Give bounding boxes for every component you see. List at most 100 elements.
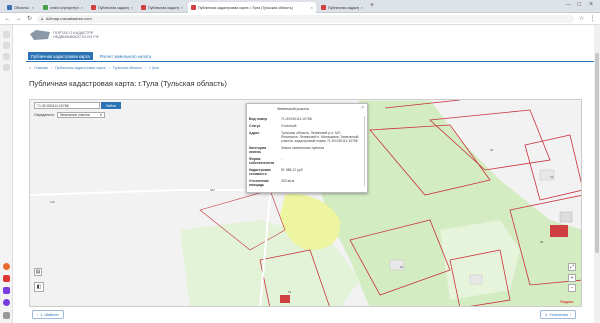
- popup-key: Статус: [249, 124, 261, 128]
- minimize-icon[interactable]: —: [566, 2, 571, 8]
- lock-icon: 🔒︎: [41, 16, 44, 21]
- tab-favicon-icon: [321, 5, 326, 10]
- popup-row: Кадастровая стоимость 91 988,12 руб: [249, 168, 359, 176]
- define-label: Определить:: [34, 113, 55, 117]
- tab-0[interactable]: Объекты недвижимости - E ×: [4, 2, 37, 13]
- close-popup-icon[interactable]: ×: [361, 105, 364, 111]
- close-tab-icon[interactable]: ×: [361, 5, 363, 10]
- breadcrumb-item[interactable]: Тульская область: [113, 66, 142, 70]
- close-tab-icon[interactable]: ×: [311, 5, 313, 10]
- chevron-down-icon: ▾: [100, 113, 102, 117]
- breadcrumb-item[interactable]: Публичная кадастровая карта: [55, 66, 105, 70]
- close-tab-icon[interactable]: ×: [181, 5, 183, 10]
- map-label: 90: [400, 265, 404, 269]
- map-label: 89: [540, 240, 544, 244]
- popup-value: Тульская область, Ленинский р-н, МО Лени…: [281, 131, 359, 143]
- nav-tab-cadastral-map[interactable]: Публичная кадастровая карта: [28, 52, 93, 60]
- tab-4-active[interactable]: Публичная кадастровая карта: г.Тула (Тул…: [188, 2, 316, 13]
- close-tab-icon[interactable]: ×: [32, 5, 34, 10]
- tab-favicon-icon: [43, 5, 48, 10]
- sidebar-app-icon[interactable]: [3, 275, 10, 282]
- scrollbar-thumb[interactable]: [595, 53, 599, 253]
- page-scrollbar[interactable]: [594, 25, 600, 323]
- close-tab-icon[interactable]: ×: [131, 5, 133, 10]
- map-label: 116: [50, 200, 55, 204]
- popup-key: Форма собственности: [249, 157, 275, 165]
- site-logo[interactable]: ПОРТАЛ О КАДАСТРЕ НЕДВИЖИМОСТИ ИЗ РФ: [30, 30, 99, 40]
- tab-5[interactable]: Публичная кадастровая... ×: [318, 2, 366, 13]
- pager: ‹ 1. Шаблон 1. Уточнения ›: [13, 310, 600, 322]
- sidebar-app-icon[interactable]: [3, 299, 10, 306]
- menu-icon[interactable]: ⋮: [589, 15, 596, 22]
- close-tab-icon[interactable]: ×: [81, 5, 83, 10]
- fullscreen-icon[interactable]: ⤢: [568, 263, 576, 271]
- popup-row: Уточненная площадь 300 кв.м: [249, 179, 359, 187]
- reload-icon[interactable]: ↻: [26, 15, 33, 22]
- maximize-icon[interactable]: ☐: [577, 2, 581, 8]
- page-title: Публичная кадастровая карта: г.Тула (Тул…: [29, 79, 227, 88]
- map-label: 34: [490, 148, 494, 152]
- prev-page-button[interactable]: ‹ 1. Шаблон: [32, 310, 64, 319]
- popup-heading: Земельный участок: [277, 107, 309, 111]
- define-row: Определить: Земельные участки ▾: [34, 112, 105, 118]
- logo-text-line2: НЕДВИЖИМОСТИ ИЗ РФ: [53, 35, 99, 39]
- popup-row: Вид номер 71:30:030111:10768: [249, 117, 359, 121]
- tab-2[interactable]: Публичная кадастровая... ×: [88, 2, 136, 13]
- browser-toolbar: ← → ↻ 🔒︎ ik2map.roscadastres.com ☆ ⋮: [0, 13, 600, 25]
- nav-tab-land-tax[interactable]: Расчет земельного налога: [97, 52, 154, 60]
- sidebar-bookmarks-icon[interactable]: [3, 42, 10, 49]
- breadcrumb: ⌂ Главная › Публичная кадастровая карта …: [29, 66, 159, 70]
- address-bar[interactable]: 🔒︎ ik2map.roscadastres.com: [37, 14, 574, 23]
- zoom-out-icon[interactable]: −: [568, 284, 576, 292]
- tab-favicon-icon: [7, 5, 12, 10]
- nav-divider: [26, 61, 598, 62]
- breadcrumb-item[interactable]: Главная: [34, 66, 48, 70]
- popup-value: Учтенный: [281, 124, 297, 128]
- basemap-icon[interactable]: ◧: [34, 282, 44, 292]
- next-page-button[interactable]: 1. Уточнения ›: [540, 310, 577, 319]
- tab-1[interactable]: cmkb.ru/property/ebus/... ×: [40, 2, 86, 13]
- define-select-value: Земельные участки: [59, 113, 90, 117]
- close-window-icon[interactable]: ×: [589, 1, 593, 8]
- map-search: 71:30:030111:10768 Найти: [34, 102, 121, 109]
- popup-value: 91 988,12 руб: [281, 168, 303, 172]
- popup-row: Адрес Тульская область, Ленинский р-н, МО…: [249, 131, 359, 143]
- sidebar-app-icon[interactable]: [3, 287, 10, 294]
- tab-3[interactable]: Публичная кадастровая... ×: [138, 2, 186, 13]
- popup-key: Кадастровая стоимость: [249, 168, 271, 176]
- find-button[interactable]: Найти: [101, 102, 121, 109]
- tab-favicon-icon: [91, 5, 96, 10]
- popup-key: Уточненная площадь: [249, 179, 269, 187]
- popup-row: Статус Учтенный: [249, 124, 359, 128]
- popup-scrollbar[interactable]: [363, 116, 365, 186]
- sidebar-settings-icon[interactable]: [3, 312, 10, 319]
- sidebar-home-icon[interactable]: [3, 31, 10, 38]
- back-icon[interactable]: ←: [4, 16, 11, 22]
- define-select[interactable]: Земельные участки ▾: [56, 112, 105, 118]
- star-icon[interactable]: ☆: [578, 15, 585, 22]
- cadastral-map[interactable]: 71:30:030111:10768 Найти Определить: Зем…: [29, 99, 582, 307]
- popup-value: 300 кв.м: [281, 179, 295, 183]
- browser-tab-bar: Объекты недвижимости - E × cmkb.ru/prope…: [0, 0, 600, 13]
- home-icon[interactable]: ⌂: [29, 66, 31, 70]
- popup-value: 71:30:030111:10768: [281, 117, 312, 121]
- sidebar-history-icon[interactable]: [3, 53, 10, 60]
- zoom-in-icon[interactable]: +: [568, 274, 576, 282]
- layers-icon[interactable]: ▤: [34, 268, 42, 276]
- russia-map-icon: [30, 30, 50, 40]
- sidebar-app-icon[interactable]: [3, 263, 10, 270]
- popup-rows: Вид номер 71:30:030111:10768 Статус Учтенн…: [249, 117, 359, 190]
- new-tab-icon[interactable]: +: [370, 2, 374, 9]
- forward-icon[interactable]: →: [15, 16, 22, 22]
- sidebar-downloads-icon[interactable]: [3, 64, 10, 71]
- yandex-logo[interactable]: Яндекс: [560, 299, 573, 304]
- site-nav: Публичная кадастровая карта Расчет земел…: [28, 52, 154, 60]
- web-page: ПОРТАЛ О КАДАСТРЕ НЕДВИЖИМОСТИ ИЗ РФ Пуб…: [13, 25, 600, 323]
- cadastral-search-input[interactable]: 71:30:030111:10768: [34, 102, 100, 109]
- tab-favicon-icon: [191, 5, 196, 10]
- breadcrumb-separator: ›: [145, 66, 147, 70]
- tab-title: Публичная кадастровая...: [98, 5, 129, 10]
- tab-title: Публичная кадастровая карта: г.Тула (Тул…: [198, 5, 293, 10]
- map-label: 91: [288, 290, 292, 294]
- breadcrumb-separator: ›: [108, 66, 110, 70]
